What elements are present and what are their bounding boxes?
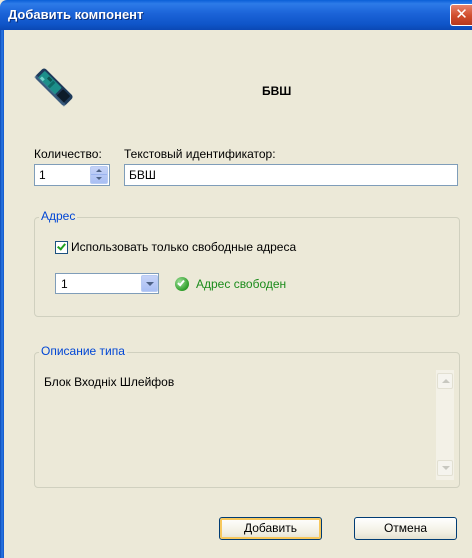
address-group [34, 217, 460, 317]
ok-check-icon [175, 277, 189, 291]
description-group-label: Описание типа [39, 344, 127, 358]
window-frame-left [0, 30, 4, 558]
add-component-dialog: Добавить компонент ✕ БВШ Количество: Тек… [0, 0, 472, 558]
chevron-up-icon [442, 379, 450, 383]
type-description: Блок Входнiх Шлейфов [44, 375, 175, 389]
only-free-addresses-checkbox[interactable] [55, 241, 68, 254]
component-name: БВШ [262, 84, 292, 98]
address-status: Адрес свободен [196, 277, 287, 291]
spin-down-button[interactable] [91, 175, 107, 183]
scroll-down-button[interactable] [437, 460, 453, 476]
address-select[interactable]: 1 [55, 273, 159, 294]
scroll-up-button[interactable] [437, 373, 453, 389]
address-group-label: Адрес [39, 209, 78, 223]
description-group [34, 352, 460, 488]
dialog-title: Добавить компонент [8, 7, 144, 22]
address-select-value: 1 [61, 277, 68, 291]
title-bar: Добавить компонент ✕ [0, 0, 472, 30]
chevron-down-icon [96, 177, 102, 180]
chevron-down-icon [442, 466, 450, 470]
device-board-icon [34, 68, 73, 107]
checkmark-icon [57, 241, 66, 251]
identifier-field[interactable]: БВШ [124, 164, 458, 186]
description-scrollbar[interactable] [436, 370, 454, 480]
identifier-label: Текстовый идентификатор: [124, 147, 276, 161]
chevron-down-icon [146, 282, 154, 286]
only-free-addresses-label[interactable]: Использовать только свободные адреса [71, 240, 296, 254]
address-dropdown-button[interactable] [141, 275, 158, 292]
cancel-button[interactable]: Отмена [354, 517, 457, 540]
spin-up-button[interactable] [91, 167, 107, 175]
close-icon: ✕ [455, 5, 468, 23]
quantity-spinner[interactable] [90, 166, 108, 184]
add-button[interactable]: Добавить [219, 517, 322, 540]
close-button[interactable]: ✕ [450, 4, 472, 26]
chevron-up-icon [96, 169, 102, 172]
quantity-label: Количество: [34, 147, 102, 161]
